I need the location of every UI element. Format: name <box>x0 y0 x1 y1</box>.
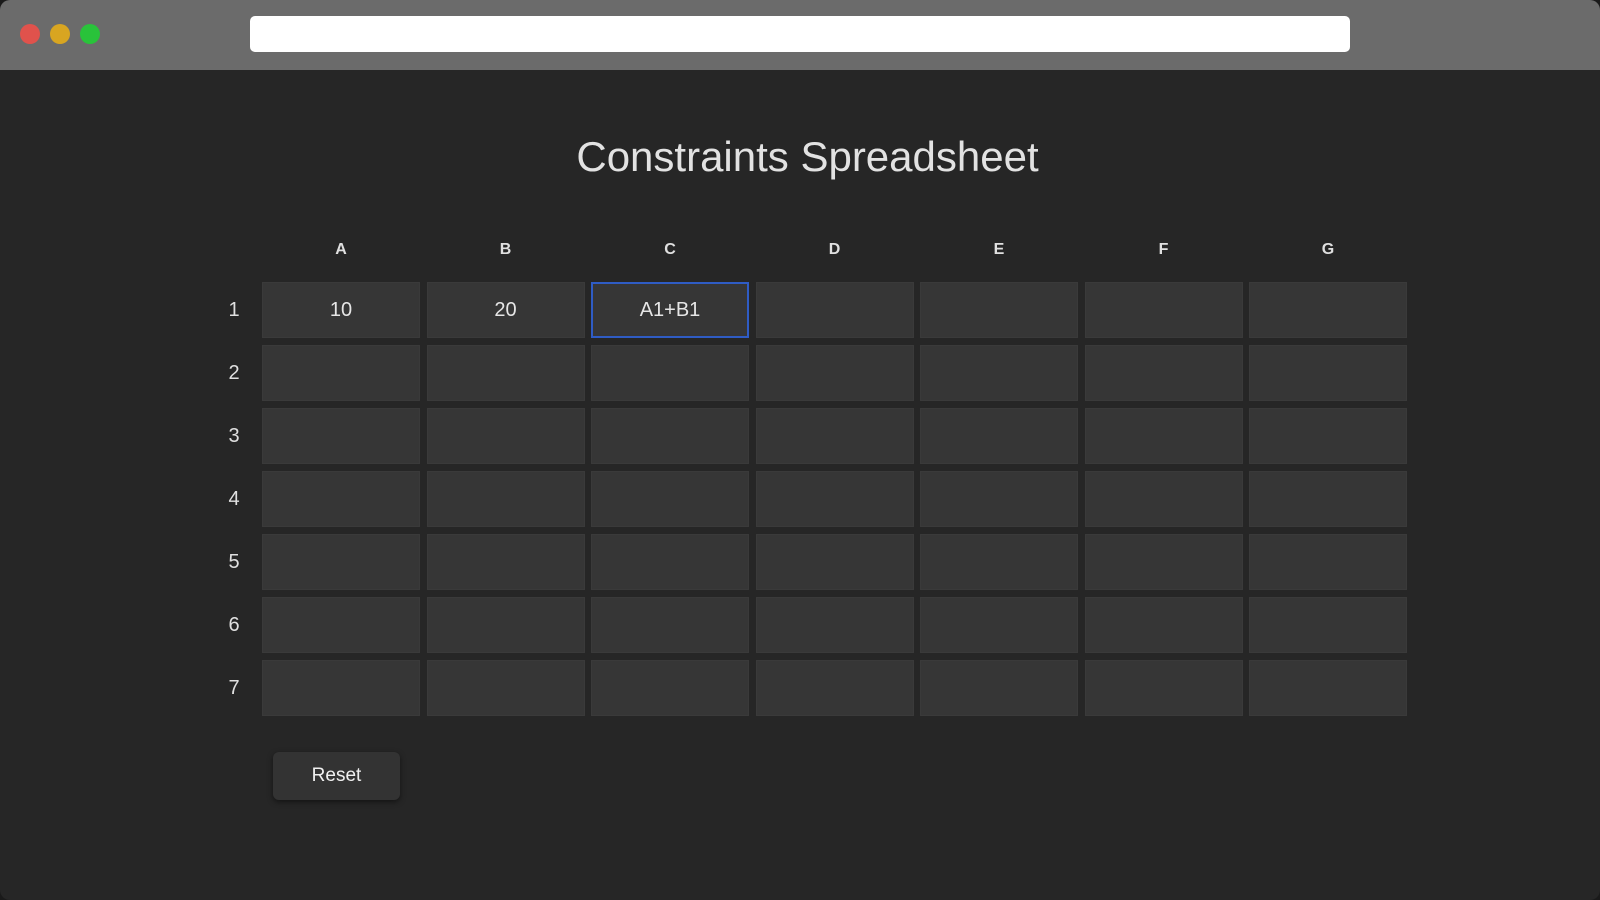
cell-e6[interactable] <box>920 597 1078 653</box>
minimize-window-icon[interactable] <box>50 24 70 44</box>
row-header-2: 2 <box>228 362 240 384</box>
cell-f6[interactable] <box>1084 597 1243 653</box>
browser-window: Constraints Spreadsheet A B C D E F G 1 10 20 A1+B… <box>0 0 1600 900</box>
cell-d5[interactable] <box>755 534 914 590</box>
cell-c5[interactable] <box>591 534 749 590</box>
cell-d3[interactable] <box>755 408 914 464</box>
cell-d6[interactable] <box>755 597 914 653</box>
cell-e5[interactable] <box>920 534 1078 590</box>
cell-e7[interactable] <box>920 660 1078 716</box>
cell-b6[interactable] <box>426 597 585 653</box>
column-header-g: G <box>1321 241 1335 258</box>
address-bar[interactable] <box>250 16 1350 52</box>
row-header-3: 3 <box>228 425 240 447</box>
cell-g4[interactable] <box>1249 471 1407 527</box>
cell-b7[interactable] <box>426 660 585 716</box>
cell-f4[interactable] <box>1084 471 1243 527</box>
column-header-b: B <box>499 241 512 258</box>
column-header-a: A <box>335 241 347 258</box>
cell-f7[interactable] <box>1084 660 1243 716</box>
row-header-5: 5 <box>228 551 240 573</box>
maximize-window-icon[interactable] <box>80 24 100 44</box>
cell-f1[interactable] <box>1084 282 1243 338</box>
column-header-f: F <box>1158 241 1169 258</box>
row-header-4: 4 <box>228 488 240 510</box>
cell-a6[interactable] <box>262 597 420 653</box>
cell-e4[interactable] <box>920 471 1078 527</box>
cell-f5[interactable] <box>1084 534 1243 590</box>
cell-a3[interactable] <box>262 408 420 464</box>
reset-button[interactable]: Reset <box>273 752 400 800</box>
cell-g6[interactable] <box>1249 597 1407 653</box>
cell-g7[interactable] <box>1249 660 1407 716</box>
cell-a1[interactable]: 10 <box>262 282 420 338</box>
cell-b1[interactable]: 20 <box>426 282 585 338</box>
row-header-1: 1 <box>228 299 240 321</box>
cell-d2[interactable] <box>755 345 914 401</box>
cell-b4[interactable] <box>426 471 585 527</box>
cell-c3[interactable] <box>591 408 749 464</box>
cell-g5[interactable] <box>1249 534 1407 590</box>
cell-e2[interactable] <box>920 345 1078 401</box>
page-title: Constraints Spreadsheet <box>576 133 1039 180</box>
row-header-6: 6 <box>228 614 240 636</box>
cell-a5[interactable] <box>262 534 420 590</box>
cell-b2[interactable] <box>426 345 585 401</box>
cell-f2[interactable] <box>1084 345 1243 401</box>
cell-c1[interactable]: A1+B1 <box>591 282 749 338</box>
cell-c6[interactable] <box>591 597 749 653</box>
cell-a7[interactable] <box>262 660 420 716</box>
cell-a4[interactable] <box>262 471 420 527</box>
cell-b3[interactable] <box>426 408 585 464</box>
cell-g1[interactable] <box>1249 282 1407 338</box>
title-bar <box>0 0 1600 70</box>
cell-d1[interactable] <box>755 282 914 338</box>
cell-e1[interactable] <box>920 282 1078 338</box>
cell-c7[interactable] <box>591 660 749 716</box>
column-header-e: E <box>993 241 1005 258</box>
cell-g2[interactable] <box>1249 345 1407 401</box>
cell-e3[interactable] <box>920 408 1078 464</box>
column-header-c: C <box>664 241 676 258</box>
column-header-d: D <box>828 241 841 258</box>
cell-b5[interactable] <box>426 534 585 590</box>
cell-c2[interactable] <box>591 345 749 401</box>
cell-g3[interactable] <box>1249 408 1407 464</box>
close-window-icon[interactable] <box>20 24 40 44</box>
cell-d7[interactable] <box>755 660 914 716</box>
cell-f3[interactable] <box>1084 408 1243 464</box>
cell-d4[interactable] <box>755 471 914 527</box>
cell-c4[interactable] <box>591 471 749 527</box>
row-header-7: 7 <box>228 677 240 699</box>
cell-a2[interactable] <box>262 345 420 401</box>
